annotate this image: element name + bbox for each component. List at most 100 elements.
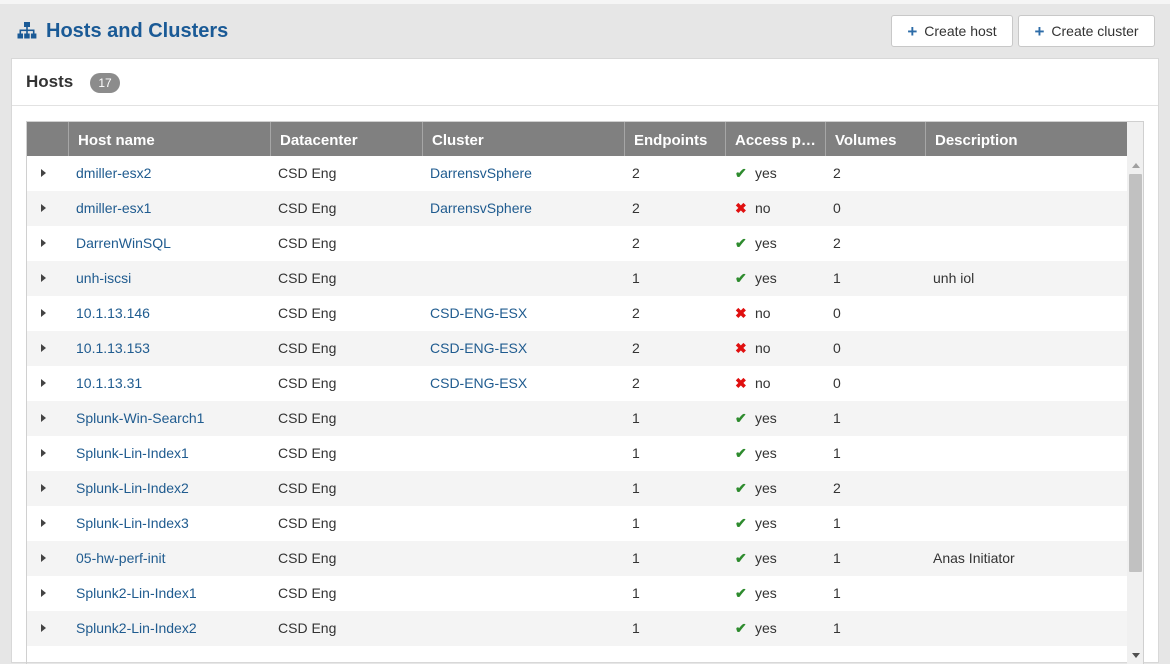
cluster-cell[interactable]: CSD-ENG-ESX bbox=[430, 331, 620, 366]
volumes-cell: 2 bbox=[833, 235, 841, 251]
table-row[interactable]: 10.1.13.153 CSD Eng CSD-ENG-ESX 2 ✖ no 0 bbox=[27, 331, 1127, 366]
table-row[interactable]: Splunk-Lin-Index1 CSD Eng 1 ✔ yes 1 bbox=[27, 436, 1127, 471]
column-header-datacenter[interactable]: Datacenter bbox=[270, 122, 422, 156]
expand-row-icon[interactable] bbox=[41, 414, 46, 422]
expand-row-icon[interactable] bbox=[41, 589, 46, 597]
host-name-cell[interactable]: dmiller-esx2 bbox=[76, 156, 266, 191]
datacenter-cell: CSD Eng bbox=[278, 305, 337, 321]
expand-row-icon[interactable] bbox=[41, 239, 46, 247]
cluster-cell bbox=[430, 506, 620, 541]
cluster-cell[interactable]: DarrensvSphere bbox=[430, 156, 620, 191]
top-strip bbox=[0, 0, 1170, 4]
plus-icon: + bbox=[1034, 21, 1045, 41]
host-name-cell[interactable]: Splunk2-Lin-Index2 bbox=[76, 611, 266, 646]
endpoints-cell: 2 bbox=[632, 165, 640, 181]
expand-row-icon[interactable] bbox=[41, 519, 46, 527]
column-header-description[interactable]: Description bbox=[925, 122, 1127, 156]
host-name-cell[interactable]: 10.1.13.31 bbox=[76, 366, 266, 401]
table-row[interactable]: Splunk2-Lin-Index2 CSD Eng 1 ✔ yes 1 bbox=[27, 611, 1127, 646]
volumes-cell: 0 bbox=[833, 340, 841, 356]
column-header-volumes[interactable]: Volumes bbox=[825, 122, 925, 156]
expand-row-icon[interactable] bbox=[41, 309, 46, 317]
table-row[interactable]: dmiller-esx1 CSD Eng DarrensvSphere 2 ✖ no 0 bbox=[27, 191, 1127, 226]
datacenter-cell: CSD Eng bbox=[278, 445, 337, 461]
create-host-button[interactable]: + Create host bbox=[891, 15, 1013, 47]
scroll-down-arrow-icon[interactable] bbox=[1132, 653, 1140, 658]
endpoints-cell: 1 bbox=[632, 620, 640, 636]
expand-row-icon[interactable] bbox=[41, 274, 46, 282]
checkmark-icon: ✔ bbox=[735, 165, 747, 181]
access-text: yes bbox=[755, 235, 777, 251]
expand-row-icon[interactable] bbox=[41, 484, 46, 492]
table-row[interactable]: 10.1.13.31 CSD Eng CSD-ENG-ESX 2 ✖ no 0 bbox=[27, 366, 1127, 401]
x-mark-icon: ✖ bbox=[735, 200, 747, 216]
host-name-cell[interactable]: dmiller-esx1 bbox=[76, 191, 266, 226]
expand-row-icon[interactable] bbox=[41, 449, 46, 457]
expand-row-icon[interactable] bbox=[41, 554, 46, 562]
table-row[interactable]: 10.1.13.146 CSD Eng CSD-ENG-ESX 2 ✖ no 0 bbox=[27, 296, 1127, 331]
create-cluster-label: Create cluster bbox=[1051, 23, 1139, 39]
table-row[interactable]: dmiller-esx2 CSD Eng DarrensvSphere 2 ✔ yes 2 bbox=[27, 156, 1127, 191]
host-name-cell[interactable]: DarrenWinSQL bbox=[76, 226, 266, 261]
table-row[interactable]: Splunk-Lin-Index2 CSD Eng 1 ✔ yes 2 bbox=[27, 471, 1127, 506]
table-row[interactable]: 05-hw-perf-init CSD Eng 1 ✔ yes 1 Anas Initiat… bbox=[27, 541, 1127, 576]
access-cell: ✔ yes bbox=[735, 611, 823, 646]
column-header-host-name[interactable]: Host name bbox=[68, 122, 270, 156]
description-cell bbox=[933, 401, 1123, 436]
host-name-cell[interactable]: unh-iscsi bbox=[76, 261, 266, 296]
cluster-cell bbox=[430, 471, 620, 506]
access-text: yes bbox=[755, 480, 777, 496]
cluster-cell[interactable]: DarrensvSphere bbox=[430, 191, 620, 226]
endpoints-cell: 1 bbox=[632, 445, 640, 461]
host-name-cell[interactable]: Splunk-Lin-Index3 bbox=[76, 506, 266, 541]
host-name-cell[interactable]: Splunk-Lin-Index1 bbox=[76, 436, 266, 471]
access-cell: ✔ yes bbox=[735, 506, 823, 541]
vertical-scrollbar[interactable] bbox=[1127, 156, 1143, 664]
endpoints-cell: 1 bbox=[632, 480, 640, 496]
table-row[interactable]: Splunk-Lin-Index3 CSD Eng 1 ✔ yes 1 bbox=[27, 506, 1127, 541]
datacenter-cell: CSD Eng bbox=[278, 235, 337, 251]
create-cluster-button[interactable]: + Create cluster bbox=[1018, 15, 1155, 47]
access-cell: ✖ no bbox=[735, 366, 823, 401]
datacenter-cell: CSD Eng bbox=[278, 165, 337, 181]
hosts-panel: Hosts 17 Host name Datacenter Cluster En… bbox=[11, 58, 1159, 664]
table-row[interactable]: unh-iscsi CSD Eng 1 ✔ yes 1 unh iol bbox=[27, 261, 1127, 296]
grid-header: Host name Datacenter Cluster Endpoints A… bbox=[27, 122, 1127, 156]
datacenter-cell: CSD Eng bbox=[278, 620, 337, 636]
cluster-cell[interactable]: CSD-ENG-ESX bbox=[430, 296, 620, 331]
host-name-cell[interactable]: 10.1.13.153 bbox=[76, 331, 266, 366]
expand-row-icon[interactable] bbox=[41, 624, 46, 632]
column-header-access[interactable]: Access p… bbox=[725, 122, 825, 156]
table-row[interactable]: Splunk2-Lin-Index1 CSD Eng 1 ✔ yes 1 bbox=[27, 576, 1127, 611]
host-name-cell[interactable]: Splunk-Lin-Index2 bbox=[76, 471, 266, 506]
panel-header: Hosts 17 bbox=[12, 59, 1158, 106]
host-name-cell[interactable]: Splunk2-Lin-Index1 bbox=[76, 576, 266, 611]
access-cell: ✖ no bbox=[735, 331, 823, 366]
description-cell bbox=[933, 191, 1123, 226]
checkmark-icon: ✔ bbox=[735, 445, 747, 461]
expand-row-icon[interactable] bbox=[41, 379, 46, 387]
expand-row-icon[interactable] bbox=[41, 344, 46, 352]
cluster-cell bbox=[430, 576, 620, 611]
access-text: yes bbox=[755, 550, 777, 566]
table-row[interactable]: DarrenWinSQL CSD Eng 2 ✔ yes 2 bbox=[27, 226, 1127, 261]
column-header-cluster[interactable]: Cluster bbox=[422, 122, 624, 156]
scroll-up-arrow-icon[interactable] bbox=[1132, 163, 1140, 168]
access-text: yes bbox=[755, 165, 777, 181]
expand-row-icon[interactable] bbox=[41, 204, 46, 212]
cluster-cell[interactable]: CSD-ENG-ESX bbox=[430, 366, 620, 401]
table-row[interactable]: Splunk-Win-Search1 CSD Eng 1 ✔ yes 1 bbox=[27, 401, 1127, 436]
host-name-cell[interactable]: 05-hw-perf-init bbox=[76, 541, 266, 576]
description-cell: unh iol bbox=[933, 270, 975, 286]
column-header-endpoints[interactable]: Endpoints bbox=[624, 122, 725, 156]
access-text: yes bbox=[755, 410, 777, 426]
expand-row-icon[interactable] bbox=[41, 169, 46, 177]
access-text: no bbox=[755, 375, 771, 391]
volumes-cell: 1 bbox=[833, 270, 841, 286]
volumes-cell: 1 bbox=[833, 550, 841, 566]
description-cell bbox=[933, 436, 1123, 471]
host-name-cell[interactable]: Splunk-Win-Search1 bbox=[76, 401, 266, 436]
page-header: Hosts and Clusters + Create host + Creat… bbox=[0, 0, 1170, 58]
host-name-cell[interactable]: 10.1.13.146 bbox=[76, 296, 266, 331]
scrollbar-thumb[interactable] bbox=[1129, 174, 1142, 572]
